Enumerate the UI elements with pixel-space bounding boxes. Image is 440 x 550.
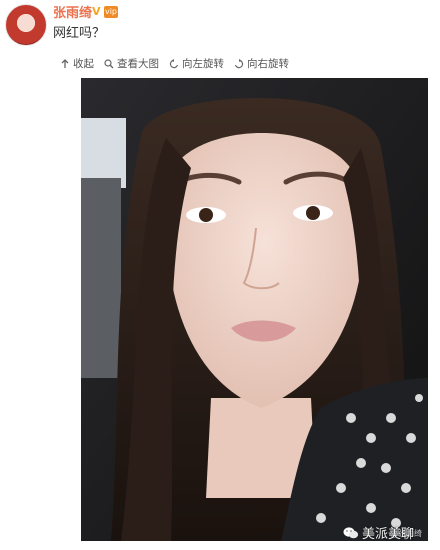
member-badge-icon: vip: [104, 6, 118, 18]
portrait-illustration: [81, 78, 428, 541]
wechat-icon: [343, 526, 359, 538]
collapse-label: 收起: [73, 58, 94, 70]
rotate-right-label: 向右旋转: [247, 58, 289, 70]
image-toolbar: 收起 查看大图 向左旋转 向右旋转: [60, 56, 289, 72]
weibo-post: 张雨绮 V vip 网红吗？ 收起 查看大图 向左旋转 向右旋转 @张雨绮 美派…: [0, 0, 440, 550]
rotate-left-icon: [169, 59, 179, 69]
collapse-button[interactable]: 收起: [60, 56, 94, 72]
view-large-label: 查看大图: [117, 58, 159, 70]
rotate-left-button[interactable]: 向左旋转: [169, 56, 224, 72]
rotate-right-icon: [234, 59, 244, 69]
arrow-up-icon: [61, 59, 69, 68]
verified-v-icon: V: [92, 5, 101, 18]
author-name[interactable]: 张雨绮: [53, 6, 92, 22]
author-avatar[interactable]: [5, 4, 47, 46]
rotate-right-button[interactable]: 向右旋转: [234, 56, 289, 72]
magnifier-icon: [104, 59, 114, 69]
brand-watermark-text: 美派美聊: [362, 527, 415, 542]
view-large-button[interactable]: 查看大图: [104, 56, 159, 72]
post-text: 网红吗？: [53, 26, 106, 41]
rotate-left-label: 向左旋转: [182, 58, 224, 70]
post-photo[interactable]: @张雨绮: [81, 78, 428, 541]
brand-watermark: 美派美聊: [343, 523, 414, 542]
